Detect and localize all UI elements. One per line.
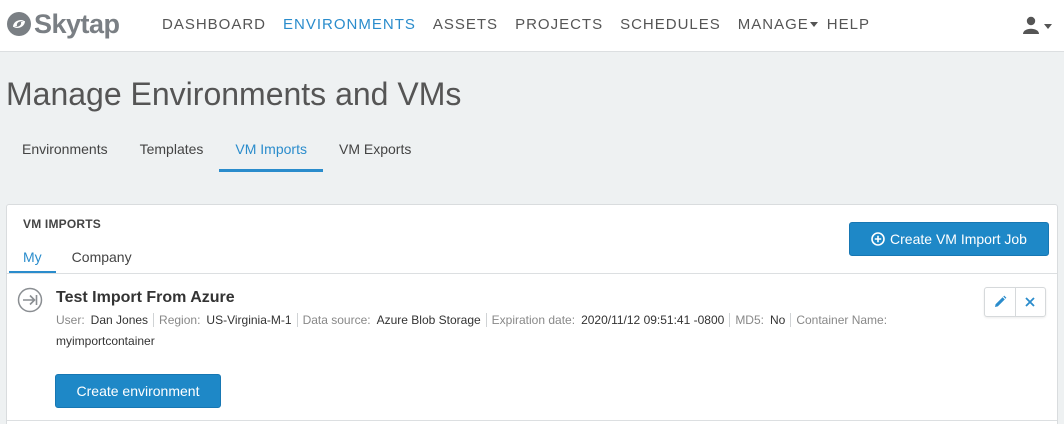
close-icon	[1025, 297, 1036, 307]
pencil-icon	[994, 295, 1007, 307]
meta-expiration-label: Expiration date:	[491, 313, 576, 327]
edit-button[interactable]	[985, 288, 1015, 316]
tab-vm-exports[interactable]: VM Exports	[323, 130, 427, 172]
tab-my[interactable]: My	[9, 243, 56, 273]
nav-projects[interactable]: PROJECTS	[515, 16, 603, 33]
import-job-title: Test Import From Azure	[56, 289, 235, 306]
meta-expiration: Expiration date: 2020/11/12 09:51:41 -08…	[485, 313, 730, 327]
user-icon[interactable]	[1021, 16, 1041, 34]
ownership-tabs: My Company	[9, 243, 148, 273]
manage-subtabs: Environments Templates VM Imports VM Exp…	[6, 130, 427, 172]
top-navbar: Skytap DASHBOARD ENVIRONMENTS ASSETS PRO…	[0, 0, 1064, 52]
meta-md5: MD5: No	[729, 313, 790, 327]
meta-md5-value: No	[769, 313, 786, 327]
nav-assets[interactable]: ASSETS	[433, 16, 498, 33]
nav-schedules[interactable]: SCHEDULES	[620, 16, 721, 33]
page-title: Manage Environments and VMs	[6, 76, 462, 112]
import-arrow-icon	[17, 287, 43, 313]
row-divider	[7, 420, 1057, 421]
tab-templates[interactable]: Templates	[124, 130, 220, 172]
create-vm-import-job-button[interactable]: Create VM Import Job	[849, 222, 1049, 256]
meta-data-source: Data source: Azure Blob Storage	[296, 313, 486, 327]
nav-environments[interactable]: ENVIRONMENTS	[283, 16, 416, 33]
meta-user-value: Dan Jones	[90, 313, 149, 327]
tab-environments[interactable]: Environments	[6, 130, 124, 172]
meta-region-value: US-Virginia-M-1	[206, 313, 292, 327]
meta-container: Container Name:	[790, 313, 898, 327]
nav-manage-label: MANAGE	[737, 16, 809, 33]
nav-dashboard[interactable]: DASHBOARD	[162, 16, 266, 33]
skytap-logo-icon	[7, 12, 31, 36]
chevron-down-icon	[809, 21, 818, 27]
user-menu-chevron-icon[interactable]	[1044, 24, 1052, 29]
tabs-divider	[7, 273, 1057, 274]
meta-container-value: myimportcontainer	[56, 334, 155, 348]
meta-region-label: Region:	[159, 313, 201, 327]
tab-vm-imports[interactable]: VM Imports	[219, 130, 323, 172]
nav-help[interactable]: HELP	[827, 16, 870, 33]
create-environment-button[interactable]: Create environment	[55, 374, 221, 408]
meta-md5-label: MD5:	[735, 313, 764, 327]
delete-button[interactable]	[1014, 288, 1045, 316]
meta-expiration-value: 2020/11/12 09:51:41 -0800	[581, 313, 725, 327]
meta-user-label: User:	[56, 313, 85, 327]
meta-region: Region: US-Virginia-M-1	[153, 313, 297, 327]
nav-manage[interactable]: MANAGE	[737, 16, 818, 33]
plus-circle-icon	[871, 232, 885, 246]
brand-name: Skytap	[34, 8, 120, 39]
create-vm-import-job-label: Create VM Import Job	[890, 231, 1027, 247]
import-job-meta: User: Dan Jones Region: US-Virginia-M-1 …	[56, 313, 898, 327]
row-actions	[984, 287, 1046, 317]
meta-data-source-label: Data source:	[302, 313, 371, 327]
vm-imports-panel: VM IMPORTS My Company Create VM Import J…	[6, 204, 1058, 424]
skytap-logo[interactable]: Skytap	[6, 8, 120, 40]
main-nav: DASHBOARD ENVIRONMENTS ASSETS PROJECTS S…	[162, 16, 887, 33]
meta-user: User: Dan Jones	[56, 313, 153, 327]
panel-title: VM IMPORTS	[23, 217, 102, 231]
meta-data-source-value: Azure Blob Storage	[376, 313, 481, 327]
meta-container-label: Container Name:	[796, 313, 888, 327]
tab-company[interactable]: Company	[58, 243, 146, 273]
